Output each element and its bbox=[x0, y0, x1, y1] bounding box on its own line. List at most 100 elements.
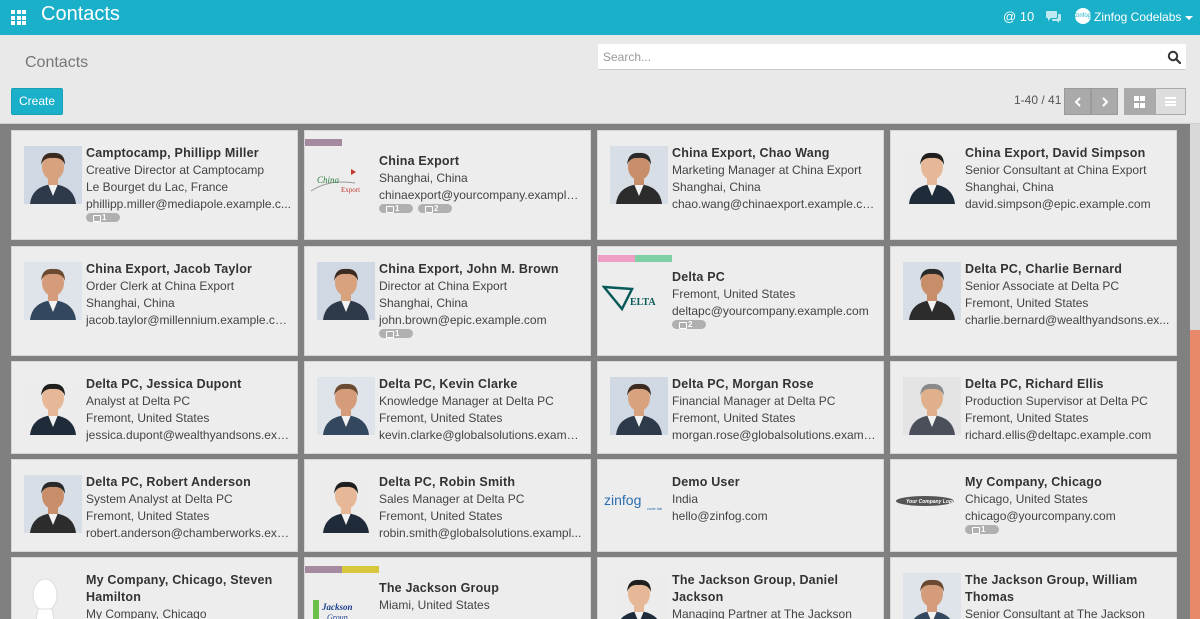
contact-photo bbox=[24, 146, 82, 204]
contact-line1: Director at China Export bbox=[379, 279, 508, 293]
activity-badges: 1 bbox=[965, 519, 1004, 534]
contact-photo bbox=[903, 377, 961, 435]
tag-color-bar bbox=[305, 566, 342, 573]
contact-name: China Export, Chao Wang bbox=[672, 146, 830, 160]
contact-line1: Senior Associate at Delta PC bbox=[965, 279, 1120, 293]
contact-card[interactable]: China Export China Export Shanghai, China ch… bbox=[304, 130, 591, 240]
contact-info: The Jackson Group, Daniel Jackson Managin… bbox=[672, 572, 877, 619]
contact-card[interactable]: Delta PC, Robin Smith Sales Manager at De… bbox=[304, 459, 591, 552]
activity-badges: 1 bbox=[86, 207, 125, 222]
contact-card[interactable]: zinfog code labs Demo User India hello@zinfo… bbox=[597, 459, 884, 552]
search-icon[interactable] bbox=[1167, 50, 1181, 64]
kanban-view: Camptocamp, Phillipp Miller Creative Dire… bbox=[0, 124, 1190, 619]
contact-line1: Marketing Manager at China Export bbox=[672, 163, 862, 177]
contact-name: Delta PC, Kevin Clarke bbox=[379, 377, 518, 391]
contact-line1: Senior Consultant at China Export bbox=[965, 163, 1147, 177]
contact-line2: Shanghai, China bbox=[672, 180, 761, 194]
contact-line1: Chicago, United States bbox=[965, 492, 1088, 506]
kanban-view-button[interactable] bbox=[1124, 88, 1155, 115]
contact-card[interactable]: The Jackson Group, William Thomas Senior … bbox=[890, 557, 1177, 619]
contact-name: Delta PC, Richard Ellis bbox=[965, 377, 1104, 391]
contact-photo bbox=[24, 475, 82, 533]
contact-line1: Shanghai, China bbox=[379, 171, 468, 185]
message-count-badge[interactable]: 1 bbox=[379, 204, 413, 213]
user-avatar[interactable]: zinfog bbox=[1075, 8, 1091, 24]
pager-previous-button[interactable] bbox=[1064, 88, 1091, 115]
contact-card[interactable]: ELTA Delta PC Fremont, United States deltap… bbox=[597, 246, 884, 356]
contact-card[interactable]: Your Company Logo My Company, Chicago Chic… bbox=[890, 459, 1177, 552]
contact-line1: Senior Consultant at The Jackson bbox=[965, 607, 1145, 619]
contact-card[interactable]: Delta PC, Morgan Rose Financial Manager a… bbox=[597, 361, 884, 454]
contact-name: Delta PC, Robin Smith bbox=[379, 475, 516, 489]
pager-next-button[interactable] bbox=[1091, 88, 1118, 115]
create-button[interactable]: Create bbox=[11, 88, 63, 115]
contact-photo bbox=[903, 146, 961, 204]
contact-line1: India bbox=[672, 492, 699, 506]
contact-photo bbox=[317, 262, 375, 320]
contact-info: Camptocamp, Phillipp Miller Creative Dire… bbox=[86, 145, 291, 213]
contact-info: China Export, Chao Wang Marketing Manager… bbox=[672, 145, 877, 213]
contact-line1: Fremont, United States bbox=[672, 287, 796, 301]
list-view-button[interactable] bbox=[1155, 88, 1186, 115]
contact-line2: Shanghai, China bbox=[379, 296, 468, 310]
contact-card[interactable]: China Export, David Simpson Senior Consul… bbox=[890, 130, 1177, 240]
tag-color-bar bbox=[635, 255, 672, 262]
contact-card[interactable]: Jackson Group The Jackson Group Miami, Unit… bbox=[304, 557, 591, 619]
contact-card[interactable]: China Export, Chao Wang Marketing Manager… bbox=[597, 130, 884, 240]
company-logo: ELTA bbox=[602, 277, 662, 317]
avatar-placeholder-icon bbox=[16, 573, 74, 619]
svg-text:China: China bbox=[317, 175, 340, 185]
contact-line1: Production Supervisor at Delta PC bbox=[965, 394, 1148, 408]
contact-card[interactable]: China Export, Jacob Taylor Order Clerk at… bbox=[11, 246, 298, 356]
contact-name: Delta PC, Morgan Rose bbox=[672, 377, 814, 391]
contact-name: The Jackson Group bbox=[379, 581, 500, 595]
contact-line3: charlie.bernard@wealthyandsons.ex... bbox=[965, 313, 1170, 327]
message-count-badge[interactable]: 1 bbox=[965, 525, 999, 534]
message-count-badge[interactable]: 1 bbox=[379, 329, 413, 338]
contact-card[interactable]: Delta PC, Jessica Dupont Analyst at Delta… bbox=[11, 361, 298, 454]
contact-line3: chao.wang@chinaexport.example.com bbox=[672, 197, 877, 211]
caret-down-icon[interactable] bbox=[1185, 16, 1193, 20]
contact-info: China Export, David Simpson Senior Consul… bbox=[965, 145, 1170, 213]
contact-card[interactable]: Delta PC, Robert Anderson System Analyst … bbox=[11, 459, 298, 552]
contact-info: Delta PC, Richard Ellis Production Superv… bbox=[965, 376, 1170, 444]
message-count-badge[interactable]: 2 bbox=[418, 204, 452, 213]
tag-color-bar bbox=[598, 255, 635, 262]
contact-name: The Jackson Group, William Thomas bbox=[965, 573, 1138, 604]
svg-text:Your Company Logo: Your Company Logo bbox=[906, 499, 955, 505]
svg-text:Group: Group bbox=[327, 613, 348, 619]
contact-photo bbox=[610, 146, 668, 204]
contact-name: China Export, Jacob Taylor bbox=[86, 262, 253, 276]
pager-value[interactable]: 1-40 / 41 bbox=[1014, 93, 1061, 107]
apps-menu-icon[interactable] bbox=[11, 10, 26, 25]
contact-card[interactable]: Camptocamp, Phillipp Miller Creative Dire… bbox=[11, 130, 298, 240]
contact-line2: hello@zinfog.com bbox=[672, 509, 768, 523]
contact-card[interactable]: The Jackson Group, Daniel Jackson Managin… bbox=[597, 557, 884, 619]
contact-card[interactable]: Delta PC, Kevin Clarke Knowledge Manager … bbox=[304, 361, 591, 454]
contact-line2: Fremont, United States bbox=[672, 411, 796, 425]
user-menu-name[interactable]: Zinfog Codelabs bbox=[1094, 10, 1181, 24]
contact-info: Delta PC, Kevin Clarke Knowledge Manager … bbox=[379, 376, 584, 444]
chat-icon[interactable] bbox=[1046, 10, 1062, 24]
search-input[interactable] bbox=[603, 48, 1143, 66]
activity-badges: 2 bbox=[672, 314, 711, 329]
activity-badges: 1 bbox=[379, 323, 418, 338]
message-count-badge[interactable]: 1 bbox=[86, 213, 120, 222]
contact-photo bbox=[610, 377, 668, 435]
contact-line1: Creative Director at Camptocamp bbox=[86, 163, 265, 177]
contact-card[interactable]: Delta PC, Charlie Bernard Senior Associat… bbox=[890, 246, 1177, 356]
scrollbar-thumb[interactable] bbox=[1190, 330, 1200, 619]
tag-color-bar bbox=[342, 566, 379, 573]
svg-text:code labs: code labs bbox=[647, 506, 662, 511]
contact-photo bbox=[317, 475, 375, 533]
contact-photo bbox=[903, 262, 961, 320]
contact-card[interactable]: My Company, Chicago, Steven Hamilton My C… bbox=[11, 557, 298, 619]
contact-info: My Company, Chicago Chicago, United State… bbox=[965, 474, 1170, 525]
contact-line2: Fremont, United States bbox=[965, 296, 1089, 310]
contact-card[interactable]: China Export, John M. Brown Director at C… bbox=[304, 246, 591, 356]
contact-card[interactable]: Delta PC, Richard Ellis Production Superv… bbox=[890, 361, 1177, 454]
mentions-counter[interactable]: @ 10 bbox=[1003, 9, 1034, 24]
message-count-badge[interactable]: 2 bbox=[672, 320, 706, 329]
contact-name: Delta PC, Robert Anderson bbox=[86, 475, 251, 489]
contact-name: The Jackson Group, Daniel Jackson bbox=[672, 573, 839, 604]
